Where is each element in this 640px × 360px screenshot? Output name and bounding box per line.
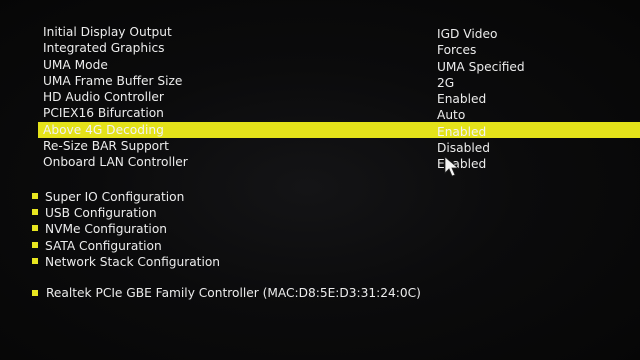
setting-above-4g-decoding[interactable]: Above 4G Decoding Enabled (38, 121, 640, 139)
bullet-icon (32, 193, 38, 199)
submenu-nvme[interactable]: NVMe Configuration (0, 220, 640, 236)
submenu-network-stack[interactable]: Network Stack Configuration (0, 253, 640, 269)
setting-label: Re-Size BAR Support (43, 139, 169, 154)
settings-list: Initial Display Output IGD Video Integra… (0, 24, 640, 171)
setting-label: UMA Frame Buffer Size (43, 73, 183, 88)
setting-label: PCIEX16 Bifurcation (43, 106, 164, 121)
setting-resize-bar-support[interactable]: Re-Size BAR Support Disabled (0, 138, 640, 155)
bullet-icon (32, 209, 38, 216)
setting-label: Integrated Graphics (43, 41, 165, 56)
bios-screen: Initial Display Output IGD Video Integra… (0, 0, 640, 360)
setting-hd-audio-controller[interactable]: HD Audio Controller Enabled (0, 89, 640, 106)
setting-label: HD Audio Controller (43, 90, 164, 105)
submenu-label: NVMe Configuration (45, 222, 167, 237)
submenu-label: Super IO Configuration (45, 190, 185, 204)
setting-label: UMA Mode (43, 57, 108, 72)
bullet-icon (32, 290, 38, 296)
setting-initial-display-output[interactable]: Initial Display Output IGD Video (0, 24, 640, 41)
bullet-icon (32, 257, 38, 264)
bullet-icon (32, 241, 38, 248)
submenu-realtek-nic[interactable]: Realtek PCIe GBE Family Controller (MAC:… (0, 285, 640, 301)
setting-label: Initial Display Output (43, 25, 172, 39)
mouse-pointer-icon (444, 156, 460, 177)
setting-label: Onboard LAN Controller (43, 155, 188, 170)
submenu-list: Super IO Configuration USB Configuration… (0, 188, 640, 269)
setting-onboard-lan-controller[interactable]: Onboard LAN Controller Enabled (0, 154, 640, 171)
setting-uma-mode[interactable]: UMA Mode UMA Specified (0, 57, 640, 74)
submenu-sata[interactable]: SATA Configuration (0, 237, 640, 253)
setting-label: Above 4G Decoding (43, 122, 164, 137)
setting-integrated-graphics[interactable]: Integrated Graphics Forces (0, 40, 640, 57)
setting-pciex16-bifurcation[interactable]: PCIEX16 Bifurcation Auto (0, 105, 640, 122)
submenu-usb[interactable]: USB Configuration (0, 204, 640, 220)
bullet-icon (32, 225, 38, 232)
setting-uma-frame-buffer-size[interactable]: UMA Frame Buffer Size 2G (0, 73, 640, 90)
submenu-label: SATA Configuration (45, 238, 162, 253)
submenu-super-io[interactable]: Super IO Configuration (0, 188, 640, 204)
submenu-label: USB Configuration (45, 206, 157, 221)
submenu-label: Network Stack Configuration (45, 254, 221, 269)
submenu-label: Realtek PCIe GBE Family Controller (MAC:… (46, 286, 421, 300)
